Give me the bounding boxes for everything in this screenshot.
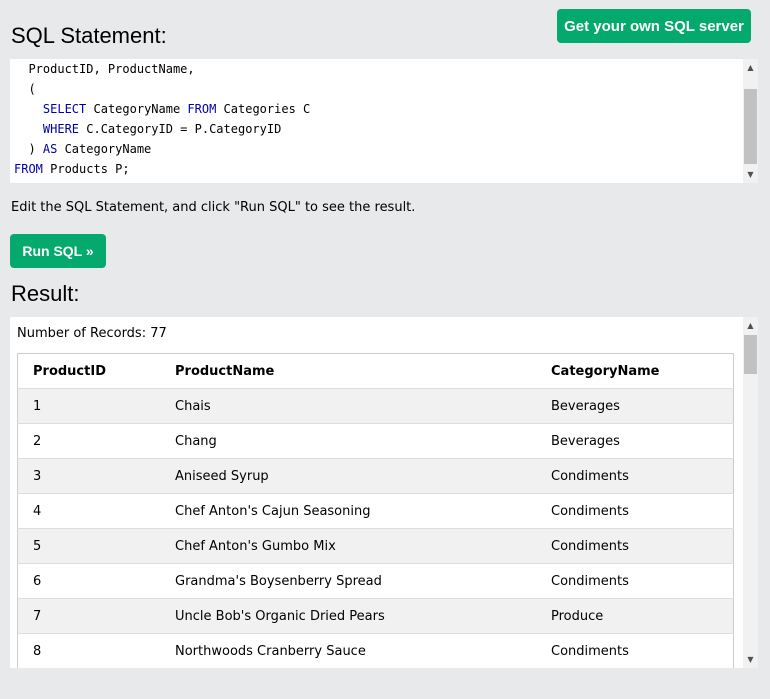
table-cell: 5 <box>17 528 160 564</box>
table-cell: Produce <box>536 598 734 634</box>
scroll-up-icon[interactable]: ▲ <box>743 317 758 334</box>
table-cell: Condiments <box>536 563 734 599</box>
table-cell: Chais <box>160 388 536 424</box>
table-row: 2 Chang Beverages <box>17 423 734 459</box>
column-header: CategoryName <box>536 353 734 389</box>
sql-statement-heading: SQL Statement: <box>11 23 167 48</box>
sql-text[interactable] <box>14 102 43 116</box>
table-cell: Chef Anton's Cajun Seasoning <box>160 493 536 529</box>
table-row: 8 Northwoods Cranberry Sauce Condiments <box>17 633 734 668</box>
table-cell: 3 <box>17 458 160 494</box>
table-cell: Condiments <box>536 458 734 494</box>
table-cell: 1 <box>17 388 160 424</box>
sql-text[interactable]: CategoryName <box>57 142 152 156</box>
sql-keyword[interactable]: AS <box>43 142 57 156</box>
table-cell: Uncle Bob's Organic Dried Pears <box>160 598 536 634</box>
code-line[interactable]: SELECT CategoryName FROM Categories C <box>14 99 310 119</box>
table-cell: Grandma's Boysenberry Spread <box>160 563 536 599</box>
sql-text[interactable]: CategoryName <box>86 102 187 116</box>
run-sql-button[interactable]: Run SQL » <box>10 234 106 268</box>
sql-keyword[interactable]: FROM <box>187 102 216 116</box>
sql-text[interactable] <box>14 122 43 136</box>
scroll-down-icon[interactable]: ▼ <box>743 651 758 668</box>
sql-keyword[interactable]: WHERE <box>43 122 79 136</box>
editor-scrollbar[interactable]: ▲ ▼ <box>743 59 758 183</box>
sql-text[interactable]: Categories C <box>216 102 311 116</box>
table-cell: Aniseed Syrup <box>160 458 536 494</box>
sql-keyword[interactable]: SELECT <box>43 102 86 116</box>
scroll-down-icon[interactable]: ▼ <box>743 166 758 183</box>
code-line[interactable]: ( <box>14 79 35 99</box>
get-sql-server-button[interactable]: Get your own SQL server <box>557 9 751 43</box>
code-line[interactable]: WHERE C.CategoryID = P.CategoryID <box>14 119 281 139</box>
table-cell: 7 <box>17 598 160 634</box>
table-cell: 6 <box>17 563 160 599</box>
table-row: 7 Uncle Bob's Organic Dried Pears Produce <box>17 598 734 634</box>
table-row: 6 Grandma's Boysenberry Spread Condiments <box>17 563 734 599</box>
sql-editor[interactable]: ProductID, ProductName, ( SELECT Categor… <box>10 59 758 183</box>
result-scrollbar[interactable]: ▲ ▼ <box>743 317 758 668</box>
sql-text[interactable]: Products P; <box>43 162 129 176</box>
result-scroll-thumb[interactable] <box>744 335 757 374</box>
sql-text[interactable]: C.CategoryID = P.CategoryID <box>79 122 281 136</box>
code-line[interactable]: ) AS CategoryName <box>14 139 151 159</box>
table-cell: Chang <box>160 423 536 459</box>
table-row: 1 Chais Beverages <box>17 388 734 424</box>
table-cell: 2 <box>17 423 160 459</box>
table-cell: Beverages <box>536 388 734 424</box>
sql-text[interactable]: ( <box>14 82 35 96</box>
table-cell: Condiments <box>536 528 734 564</box>
column-header: ProductName <box>160 353 536 389</box>
table-row: 3 Aniseed Syrup Condiments <box>17 458 734 494</box>
result-table: ProductID ProductName CategoryName 1 Chai… <box>17 353 734 668</box>
sql-text[interactable]: ) <box>14 142 43 156</box>
scroll-up-icon[interactable]: ▲ <box>743 59 758 76</box>
table-cell: Northwoods Cranberry Sauce <box>160 633 536 668</box>
table-row: 4 Chef Anton's Cajun Seasoning Condiments <box>17 493 734 529</box>
code-line[interactable]: ProductID, ProductName, <box>14 59 194 79</box>
table-header-row: ProductID ProductName CategoryName <box>17 353 734 389</box>
table-cell: Beverages <box>536 423 734 459</box>
column-header: ProductID <box>17 353 160 389</box>
instruction-text: Edit the SQL Statement, and click "Run S… <box>11 200 416 215</box>
record-count: Number of Records: 77 <box>17 326 167 341</box>
sql-text[interactable]: ProductID, ProductName, <box>14 62 194 76</box>
result-panel: Number of Records: 77 ProductID ProductN… <box>10 317 758 668</box>
table-cell: Condiments <box>536 633 734 668</box>
table-cell: Condiments <box>536 493 734 529</box>
editor-scroll-thumb[interactable] <box>744 89 757 164</box>
table-cell: Chef Anton's Gumbo Mix <box>160 528 536 564</box>
table-row: 5 Chef Anton's Gumbo Mix Condiments <box>17 528 734 564</box>
table-cell: 4 <box>17 493 160 529</box>
sql-keyword[interactable]: FROM <box>14 162 43 176</box>
table-cell: 8 <box>17 633 160 668</box>
result-heading: Result: <box>11 281 80 306</box>
code-line[interactable]: FROM Products P; <box>14 159 130 179</box>
